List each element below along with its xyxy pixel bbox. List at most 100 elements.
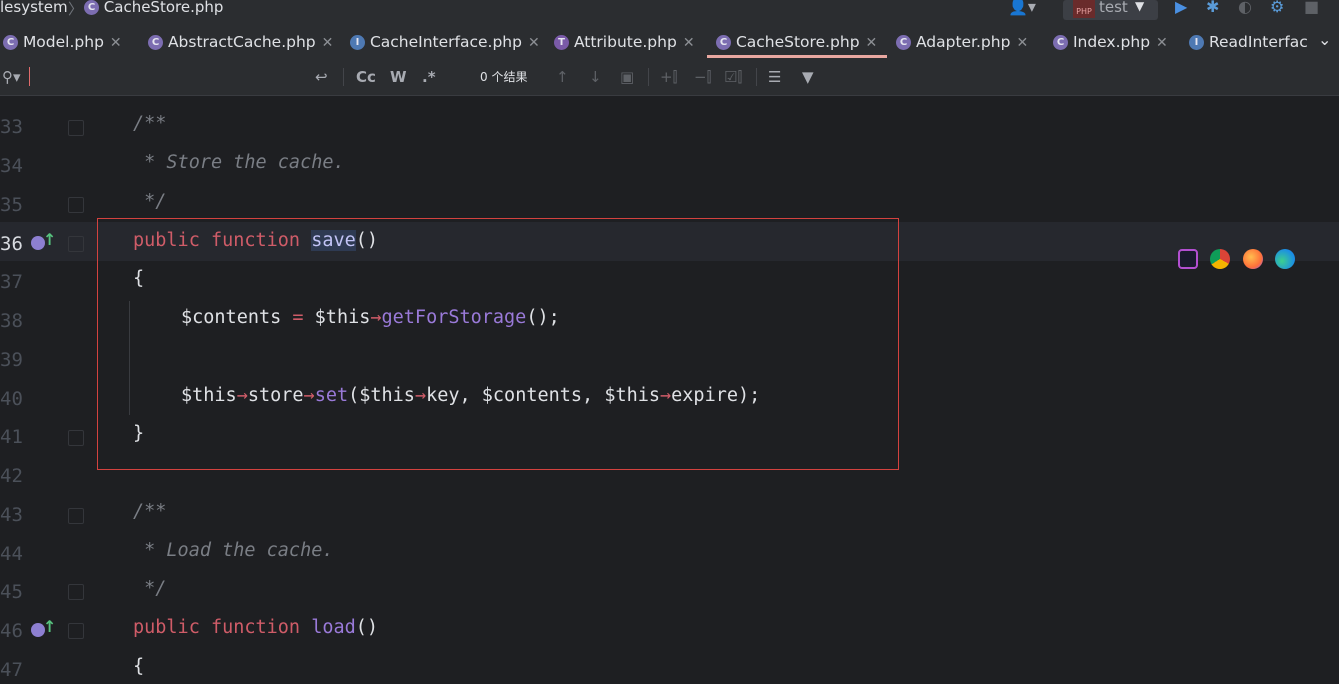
breadcrumb-item-filesystem[interactable]: lesystem xyxy=(0,0,68,16)
keyword: public xyxy=(133,617,200,638)
previous-occurrence-icon[interactable]: ↑ xyxy=(556,59,569,95)
line-number: 43 xyxy=(0,504,23,526)
close-icon[interactable]: ✕ xyxy=(322,35,334,51)
class-icon: C xyxy=(3,35,18,50)
add-occurrence-icon[interactable]: +⫿ xyxy=(660,59,677,95)
firefox-icon[interactable] xyxy=(1243,249,1263,269)
search-icon[interactable]: ⚲▾ xyxy=(2,59,21,95)
class-icon: C xyxy=(716,35,731,50)
line-number: 45 xyxy=(0,581,23,603)
close-icon[interactable]: ✕ xyxy=(1156,35,1168,51)
search-input[interactable] xyxy=(31,65,305,89)
run-config-selector[interactable]: PHP test ▼ xyxy=(1063,0,1158,20)
fold-icon[interactable] xyxy=(68,197,84,213)
line-number: 36 xyxy=(0,233,23,255)
editor-tab-bar: C Model.php ✕ C AbstractCache.php ✕ I Cach… xyxy=(0,24,1339,60)
close-icon[interactable]: ✕ xyxy=(1016,35,1028,51)
search-input-caret xyxy=(29,67,30,86)
line-number: 40 xyxy=(0,388,23,410)
breadcrumb-item-file[interactable]: C CacheStore.php xyxy=(84,0,223,16)
punctuation: () xyxy=(355,617,379,638)
code-line: * Store the cache. xyxy=(133,152,345,173)
regex-button[interactable]: .* xyxy=(422,59,436,95)
up-arrow-icon[interactable]: ↑ xyxy=(43,230,56,249)
line-number: 39 xyxy=(0,349,23,371)
fold-icon[interactable] xyxy=(68,236,84,252)
tab-cachestore[interactable]: C CacheStore.php ✕ xyxy=(716,24,877,59)
code-line: * Load the cache. xyxy=(133,540,334,561)
tab-label: Adapter.php xyxy=(915,33,1011,51)
breadcrumb-file-label: CacheStore.php xyxy=(103,0,224,16)
close-icon[interactable]: ✕ xyxy=(110,35,122,51)
close-icon[interactable]: ✕ xyxy=(866,35,878,51)
divider xyxy=(343,68,344,86)
remove-occurrence-icon[interactable]: −⫿ xyxy=(694,59,711,95)
profile-icon[interactable]: ⚙ xyxy=(1270,0,1284,16)
line-number: 41 xyxy=(0,426,23,448)
whole-words-button[interactable]: W xyxy=(390,59,407,95)
coverage-icon[interactable]: ◐ xyxy=(1238,0,1252,16)
class-icon: C xyxy=(84,0,99,15)
interface-icon: I xyxy=(350,35,365,50)
match-case-button[interactable]: Cc xyxy=(356,59,376,95)
code-line: */ xyxy=(133,191,167,212)
run-icon[interactable]: ▶ xyxy=(1175,0,1187,16)
filter-icon[interactable]: ▼ xyxy=(802,59,814,95)
close-icon[interactable]: ✕ xyxy=(683,35,695,51)
fold-icon[interactable] xyxy=(68,120,84,136)
chevron-down-icon[interactable]: ⌄ xyxy=(1318,30,1331,49)
fold-icon[interactable] xyxy=(68,430,84,446)
line-number: 44 xyxy=(0,543,23,565)
line-number: 33 xyxy=(0,116,23,138)
fold-icon[interactable] xyxy=(68,584,84,600)
user-icon[interactable]: 👤▾ xyxy=(1008,0,1036,16)
run-config-label: test xyxy=(1099,0,1128,16)
highlight-box xyxy=(97,218,899,470)
tab-cacheinterface[interactable]: I CacheInterface.php ✕ xyxy=(350,24,540,59)
open-in-window-icon[interactable]: ▣ xyxy=(620,59,634,95)
filter-search-results-icon[interactable]: ☰ xyxy=(768,59,781,95)
search-result-count: 0 个结果 xyxy=(480,70,528,84)
tab-abstractcache[interactable]: C AbstractCache.php ✕ xyxy=(148,24,333,59)
fold-icon[interactable] xyxy=(68,508,84,524)
class-icon: C xyxy=(148,35,163,50)
class-icon: C xyxy=(896,35,911,50)
function-name: load xyxy=(311,617,356,638)
new-line-icon[interactable]: ↩ xyxy=(315,59,328,95)
fold-icon[interactable] xyxy=(68,623,84,639)
tab-label: AbstractCache.php xyxy=(167,33,316,51)
debug-icon[interactable]: ✱ xyxy=(1206,0,1219,16)
line-number: 47 xyxy=(0,659,23,681)
tab-index[interactable]: C Index.php ✕ xyxy=(1053,24,1168,59)
tab-readinterface[interactable]: I ReadInterfac xyxy=(1189,24,1308,59)
edge-icon[interactable] xyxy=(1275,249,1295,269)
line-number: 34 xyxy=(0,155,23,177)
tab-model[interactable]: C Model.php ✕ xyxy=(3,24,122,59)
keyword: function xyxy=(210,617,301,638)
close-icon[interactable]: ✕ xyxy=(528,35,540,51)
line-number: 37 xyxy=(0,271,23,293)
tab-label: Attribute.php xyxy=(573,33,677,51)
line-number: 35 xyxy=(0,194,23,216)
code-line: /** xyxy=(133,501,167,522)
select-all-occurrences-icon[interactable]: ☑⫿ xyxy=(724,59,742,95)
line-number: 46 xyxy=(0,620,23,642)
tab-label: CacheStore.php xyxy=(735,33,860,51)
chevron-down-icon: ▼ xyxy=(1135,0,1145,13)
up-arrow-icon[interactable]: ↑ xyxy=(43,617,56,636)
php-icon: PHP xyxy=(1073,0,1095,18)
find-bar: ⚲▾ ↩ Cc W .* 0 个结果 ↑ ↓ ▣ +⫿ −⫿ ☑⫿ ☰ ▼ xyxy=(0,59,1339,96)
chrome-icon[interactable] xyxy=(1210,249,1230,269)
stop-icon[interactable]: ■ xyxy=(1304,0,1319,16)
tab-attribute[interactable]: T Attribute.php ✕ xyxy=(554,24,695,59)
tab-label: Model.php xyxy=(22,33,104,51)
tab-label: Index.php xyxy=(1072,33,1151,51)
code-line: /** xyxy=(133,113,167,134)
divider xyxy=(756,68,757,86)
phpstorm-icon[interactable] xyxy=(1178,249,1198,269)
code-line: public function load() xyxy=(133,617,378,638)
tab-adapter[interactable]: C Adapter.php ✕ xyxy=(896,24,1028,59)
line-number: 42 xyxy=(0,465,23,487)
next-occurrence-icon[interactable]: ↓ xyxy=(589,59,602,95)
trait-icon: T xyxy=(554,35,569,50)
